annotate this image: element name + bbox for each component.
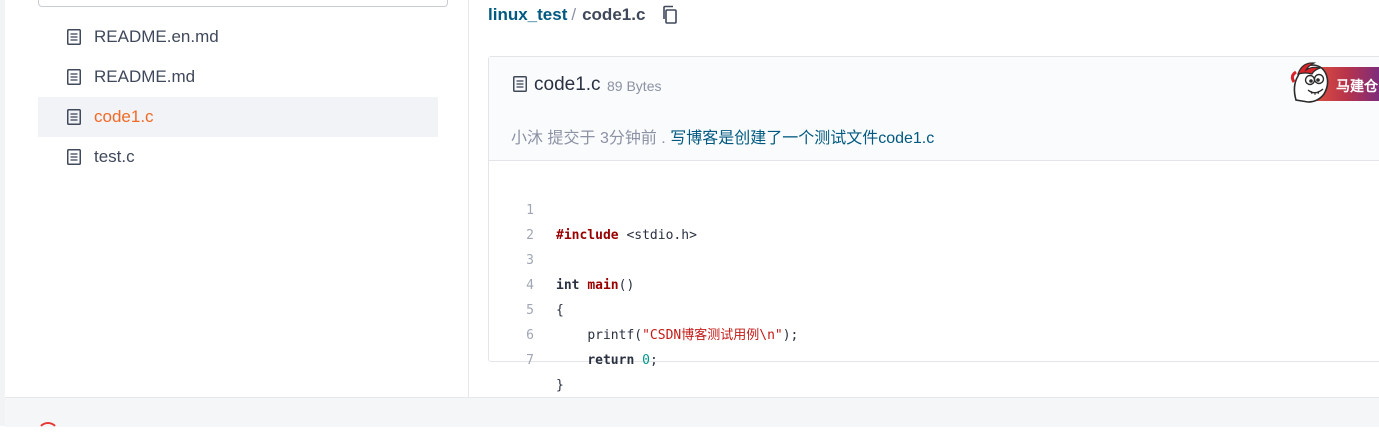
line-number[interactable]: 7 (489, 348, 534, 373)
page-footer (5, 397, 1379, 427)
tree-item-label: README.en.md (94, 27, 219, 46)
file-tree-sidebar: README.en.md README.md code1.c test.c (5, 0, 469, 397)
code-line: 5 printf("CSDN博客测试用例\n"); (489, 273, 1379, 343)
tree-item-label: README.md (94, 67, 196, 86)
latest-commit-line: 小沐 提交于 3分钟前 . 写博客是创建了一个测试文件code1.c (511, 124, 934, 148)
commit-message-link[interactable]: 写博客是创建了一个测试文件code1.c (670, 130, 934, 147)
commit-separator: . (661, 130, 666, 147)
mascot-icon (1290, 62, 1329, 103)
file-header: code1.c 89 Bytes 小沐 提交于 3分钟前 . 写博客是创建了一个… (489, 57, 1379, 161)
code-line: 4 { (489, 248, 1379, 318)
breadcrumb-current-file: code1.c (582, 5, 646, 24)
tree-item-test-c[interactable]: test.c (38, 137, 438, 177)
code-text: } (556, 378, 564, 393)
code-line: 2 (489, 198, 1379, 243)
code-token: ; (649, 353, 658, 368)
file-text-icon (67, 69, 81, 85)
assistant-widget[interactable]: 马建仓 (1288, 60, 1379, 104)
tree-item-readme-en[interactable]: README.en.md (38, 17, 438, 57)
commit-author[interactable]: 小沐 (511, 130, 543, 147)
footer-logo-icon (37, 422, 59, 444)
breadcrumb-separator: / (571, 5, 577, 24)
tree-item-code1-c[interactable]: code1.c (38, 97, 438, 137)
file-text-icon (513, 76, 527, 92)
copy-icon (663, 5, 678, 24)
code-block: 1 #include <stdio.h> 2 3 int main() 4 { … (489, 173, 1379, 393)
tree-item-label: test.c (94, 147, 135, 166)
commit-action: 提交于 (547, 130, 596, 147)
code-line: 6 return 0; (489, 298, 1379, 368)
breadcrumb: linux_test / code1.c (488, 3, 679, 27)
code-line: 7 } (489, 323, 1379, 393)
code-text: return 0; (556, 348, 658, 373)
assistant-label: 马建仓 (1336, 78, 1378, 94)
code-line: 1 #include <stdio.h> (489, 173, 1379, 243)
tree-item-label: code1.c (94, 107, 154, 126)
file-name: code1.c (534, 74, 601, 95)
file-search-input[interactable] (38, 0, 448, 7)
tree-item-readme[interactable]: README.md (38, 57, 438, 97)
file-size: 89 Bytes (607, 78, 662, 94)
file-viewer-panel: code1.c 89 Bytes 小沐 提交于 3分钟前 . 写博客是创建了一个… (488, 56, 1379, 393)
file-text-icon (67, 109, 81, 125)
copy-path-button[interactable] (661, 5, 679, 25)
code-token: return (587, 353, 635, 368)
file-text-icon (67, 29, 81, 45)
code-token: 0 (642, 353, 650, 368)
code-line: 3 int main() (489, 223, 1379, 293)
file-text-icon (67, 149, 81, 165)
breadcrumb-repo-link[interactable]: linux_test (488, 5, 567, 25)
commit-time: 3分钟前 (599, 130, 657, 147)
